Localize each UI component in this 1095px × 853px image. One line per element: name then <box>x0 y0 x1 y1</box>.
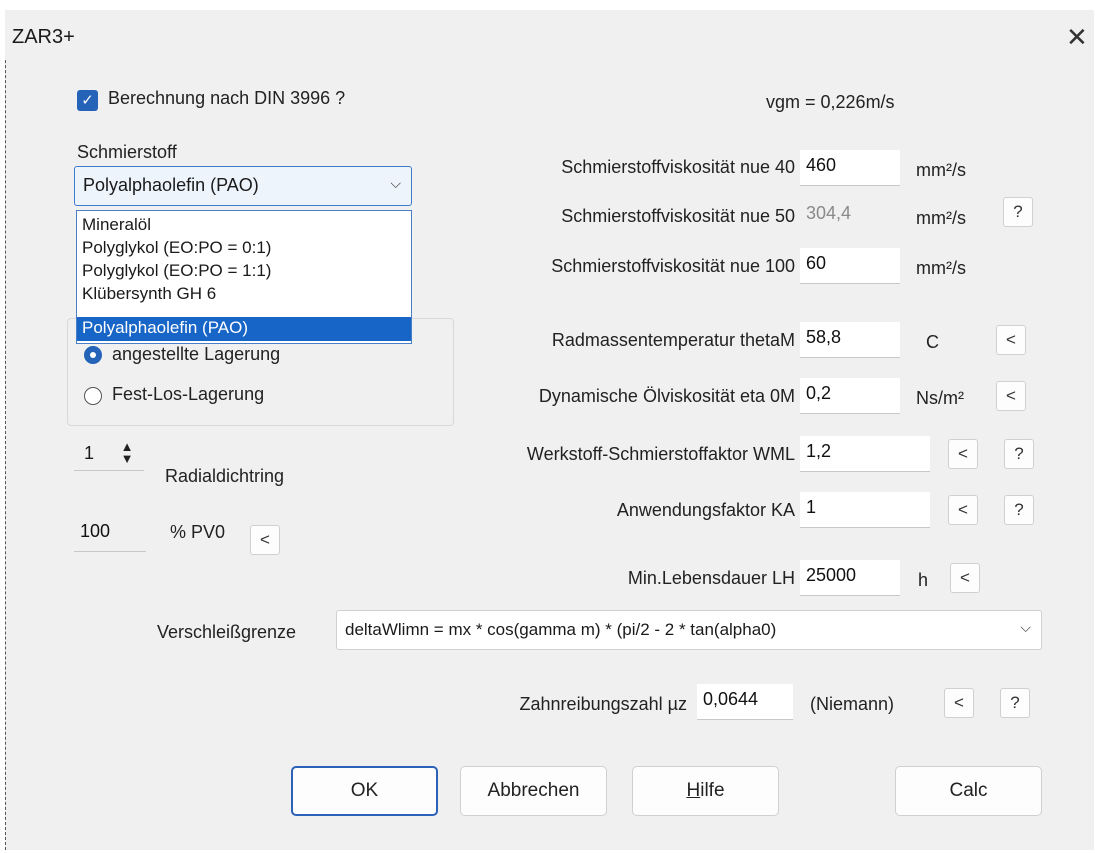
ka-input[interactable]: 1 <box>800 492 930 528</box>
chevron-down-icon: ⌵ <box>1020 619 1031 635</box>
wml-help-button[interactable]: ? <box>1004 439 1034 469</box>
radio-angestellte[interactable] <box>84 346 102 364</box>
wear-limit-label: Verschleißgrenze <box>157 622 297 642</box>
thetaM-unit: C <box>926 332 939 352</box>
title-bar <box>5 10 1093 60</box>
help-mnemonic: H <box>686 780 701 801</box>
thetaM-back-button[interactable]: < <box>996 325 1026 355</box>
radio-fest-los-label: Fest-Los-Lagerung <box>112 384 265 404</box>
cancel-button[interactable]: Abbrechen <box>460 766 607 816</box>
radio-fest-los[interactable] <box>84 387 102 405</box>
nue100-label: Schmierstoffviskosität nue 100 <box>551 256 795 276</box>
ka-label: Anwendungsfaktor KA <box>616 500 795 520</box>
wml-label: Werkstoff-Schmierstoffaktor WML <box>526 444 795 464</box>
eta0M-unit: Ns/m² <box>916 388 964 408</box>
thetaM-label: Radmassentemperatur thetaM <box>551 330 795 350</box>
mu-label: Zahnreibungszahl µz <box>519 694 687 714</box>
help-button[interactable]: Hilfe <box>632 766 779 816</box>
nue40-unit: mm²/s <box>916 160 966 180</box>
nue100-input[interactable]: 60 <box>800 248 900 284</box>
pv0-input[interactable]: 100 <box>74 516 146 552</box>
dialog <box>5 10 1094 850</box>
din-checkbox-label: Berechnung nach DIN 3996 ? <box>108 88 346 108</box>
lubricant-selected-value: Polyalphaolefin (PAO) <box>83 175 259 195</box>
lubricant-select[interactable]: Polyalphaolefin (PAO) ⌵ <box>74 166 412 206</box>
dropdown-option-selected[interactable]: Polyalphaolefin (PAO) <box>77 317 411 341</box>
eta0M-input[interactable]: 0,2 <box>800 378 900 414</box>
calc-button[interactable]: Calc <box>895 766 1042 816</box>
wml-input[interactable]: 1,2 <box>800 436 930 472</box>
lh-unit: h <box>918 570 929 590</box>
spinner-icon[interactable]: ▲ ▼ <box>117 440 137 465</box>
wear-limit-select[interactable]: deltaWlimn = mx * cos(gamma m) * (pi/2 -… <box>336 610 1042 650</box>
mu-back-button[interactable]: < <box>944 688 974 718</box>
mu-input[interactable]: 0,0644 <box>697 684 793 720</box>
nue100-unit: mm²/s <box>916 258 966 278</box>
chevron-down-icon: ⌵ <box>390 175 401 191</box>
nue40-label: Schmierstoffviskosität nue 40 <box>561 157 795 177</box>
nue50-label: Schmierstoffviskosität nue 50 <box>561 206 795 226</box>
help-label-rest: ilfe <box>700 780 725 801</box>
nue50-input: 304,4 <box>800 198 900 234</box>
close-icon[interactable]: ✕ <box>1066 22 1088 53</box>
lh-back-button[interactable]: < <box>950 563 980 593</box>
lh-label: Min.Lebensdauer LH <box>627 568 795 588</box>
wml-back-button[interactable]: < <box>948 439 978 469</box>
spin-down-icon[interactable]: ▼ <box>117 452 137 465</box>
lubricant-dropdown-list: Mineralöl Polyglykol (EO:PO = 0:1) Polyg… <box>76 210 412 344</box>
pv0-back-button[interactable]: < <box>250 525 280 555</box>
dropdown-option[interactable]: Mineralöl <box>77 214 411 235</box>
seal-label: Radialdichtring <box>165 466 285 486</box>
dropdown-option[interactable]: Polyglykol (EO:PO = 1:1) <box>77 260 411 281</box>
ka-back-button[interactable]: < <box>948 495 978 525</box>
nue40-input[interactable]: 460 <box>800 150 900 186</box>
dropdown-option[interactable]: Klübersynth GH 6 <box>77 283 411 304</box>
mu-note: (Niemann) <box>810 694 895 714</box>
thetaM-input[interactable]: 58,8 <box>800 322 900 358</box>
radio-angestellte-label: angestellte Lagerung <box>112 344 281 364</box>
window-title: ZAR3+ <box>12 26 75 48</box>
dropdown-option[interactable]: Polyglykol (EO:PO = 0:1) <box>77 237 411 258</box>
eta0M-label: Dynamische Ölviskosität eta 0M <box>538 386 795 406</box>
ka-help-button[interactable]: ? <box>1004 495 1034 525</box>
lubricant-label: Schmierstoff <box>77 142 177 162</box>
eta0M-back-button[interactable]: < <box>996 381 1026 411</box>
nue50-unit: mm²/s <box>916 208 966 228</box>
mu-help-button[interactable]: ? <box>1000 688 1030 718</box>
wear-limit-value: deltaWlimn = mx * cos(gamma m) * (pi/2 -… <box>345 620 777 639</box>
nue50-help-button[interactable]: ? <box>1003 197 1033 227</box>
lh-input[interactable]: 25000 <box>800 560 900 596</box>
pv0-label: % PV0 <box>170 522 226 542</box>
vgm-readout: vgm = 0,226m/s <box>766 92 895 112</box>
ok-button[interactable]: OK <box>291 766 438 816</box>
din-checkbox[interactable]: ✓ <box>77 90 98 111</box>
